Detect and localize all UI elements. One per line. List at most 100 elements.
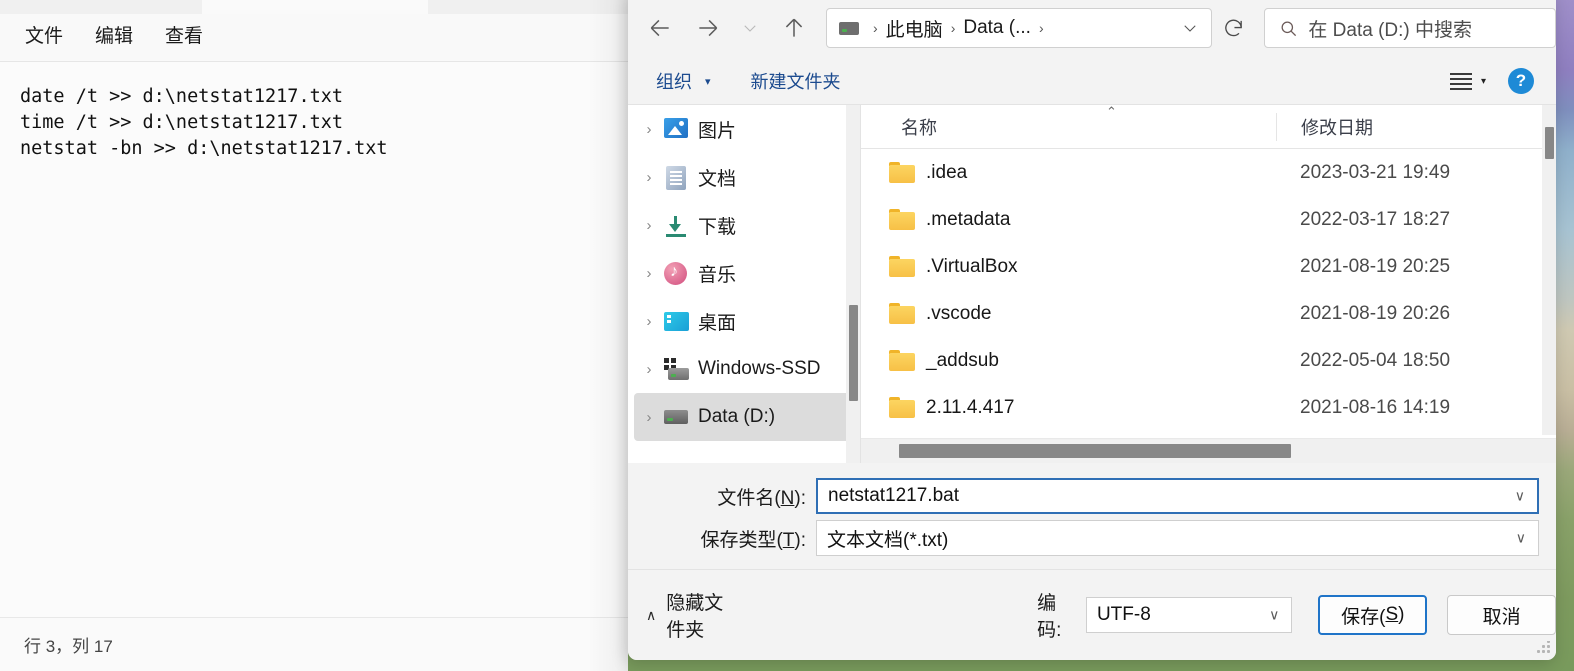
breadcrumb-segment-this-pc[interactable]: 此电脑 xyxy=(886,15,943,42)
table-row[interactable]: 2.11.4.417 2021-08-16 14:19 xyxy=(861,384,1556,431)
documents-icon xyxy=(664,166,690,190)
encoding-chevron-down-icon[interactable]: ∨ xyxy=(1269,607,1279,624)
search-input[interactable]: 在 Data (D:) 中搜索 xyxy=(1264,8,1556,48)
file-date-cell: 2022-03-17 18:27 xyxy=(1300,208,1451,230)
filename-label: 文件名(N): xyxy=(717,487,806,509)
breadcrumb[interactable]: › 此电脑 › Data (... › xyxy=(826,8,1212,48)
new-folder-button[interactable]: 新建文件夹 xyxy=(745,64,847,98)
dialog-form: 文件名(N): netstat1217.bat ∨ 保存类型(T): 文本文档(… xyxy=(628,463,1556,567)
tree-scrollbar-thumb[interactable] xyxy=(849,305,858,401)
encoding-select[interactable]: UTF-8 ∨ xyxy=(1085,597,1293,633)
sidebar-item-music[interactable]: › 音乐 xyxy=(634,249,854,297)
filetype-value: 文本文档(*.txt) xyxy=(827,529,949,551)
up-one-level-icon[interactable] xyxy=(776,10,812,46)
file-list-horizontal-scrollbar[interactable] xyxy=(861,438,1556,463)
menu-view[interactable]: 查看 xyxy=(154,21,214,54)
dialog-command-bar: 组织 ▾ 新建文件夹 ▾ ? xyxy=(628,58,1556,104)
notepad-tab-active[interactable] xyxy=(0,0,202,14)
save-as-dialog: › 此电脑 › Data (... › 在 Data (D:) 中搜索 组织 ▾… xyxy=(628,0,1556,660)
pictures-icon xyxy=(664,118,690,140)
sidebar-item-downloads[interactable]: › 下载 xyxy=(634,201,854,249)
table-row[interactable]: .idea 2023-03-21 19:49 xyxy=(861,149,1556,196)
sidebar-item-documents[interactable]: › 文档 xyxy=(634,153,854,201)
folder-icon xyxy=(889,350,915,371)
file-list-horizontal-scrollbar-thumb[interactable] xyxy=(899,444,1291,458)
file-date-cell: 2021-08-19 20:25 xyxy=(1300,255,1451,277)
breadcrumb-chevron-down-icon[interactable] xyxy=(1181,19,1199,37)
sidebar-item-pictures[interactable]: › 图片 xyxy=(634,105,854,153)
desktop-icon xyxy=(664,310,690,332)
cursor-position-label: 行 3，列 17 xyxy=(24,637,113,656)
table-row[interactable]: .metadata 2022-03-17 18:27 xyxy=(861,196,1556,243)
file-list-vertical-scrollbar[interactable] xyxy=(1542,105,1556,435)
menu-file[interactable]: 文件 xyxy=(14,21,74,54)
recent-locations-chevron-down-icon[interactable] xyxy=(736,10,764,46)
sidebar-item-desktop[interactable]: › 桌面 xyxy=(634,297,854,345)
menu-edit[interactable]: 编辑 xyxy=(84,21,144,54)
file-name-cell: .metadata xyxy=(926,208,1011,230)
file-list-rows: .idea 2023-03-21 19:49 .metadata 2022-03… xyxy=(861,149,1556,431)
organize-caret-down-icon[interactable]: ▾ xyxy=(705,75,711,88)
breadcrumb-separator-2[interactable]: › xyxy=(1039,20,1044,36)
sidebar-item-label: Windows-SSD xyxy=(698,358,821,379)
help-icon[interactable]: ? xyxy=(1508,68,1534,94)
column-header-name[interactable]: 名称 ⌃ xyxy=(861,105,1276,149)
save-button[interactable]: 保存(S) xyxy=(1318,595,1428,635)
screen: 文件 编辑 查看 date /t >> d:\netstat1217.txt t… xyxy=(0,0,1574,671)
notepad-text-area[interactable]: date /t >> d:\netstat1217.txt time /t >>… xyxy=(0,62,628,617)
chevron-right-icon[interactable]: › xyxy=(634,121,664,138)
notepad-status-bar: 行 3，列 17 xyxy=(0,618,628,671)
ssd-drive-icon xyxy=(664,358,690,380)
notepad-tab-strip xyxy=(0,0,628,14)
notepad-menubar: 文件 编辑 查看 xyxy=(0,14,628,61)
hide-folders-label: 隐藏文件夹 xyxy=(666,593,724,641)
file-name-cell: _addsub xyxy=(926,349,999,371)
cancel-button[interactable]: 取消 xyxy=(1447,595,1556,635)
encoding-group: 编码: UTF-8 ∨ xyxy=(1037,588,1293,642)
view-caret-down-icon[interactable]: ▾ xyxy=(1481,76,1486,87)
search-icon xyxy=(1279,19,1298,38)
refresh-icon[interactable] xyxy=(1216,9,1251,47)
file-name-cell: 2.11.4.417 xyxy=(926,396,1015,418)
file-list-header: 名称 ⌃ 修改日期 xyxy=(861,105,1556,149)
filetype-select[interactable]: 文本文档(*.txt) ∨ xyxy=(816,520,1539,556)
file-list-vertical-scrollbar-thumb[interactable] xyxy=(1545,127,1554,159)
encoding-value: UTF-8 xyxy=(1096,604,1151,625)
sidebar-item-label: 下载 xyxy=(698,216,737,238)
table-row[interactable]: _addsub 2022-05-04 18:50 xyxy=(861,337,1556,384)
back-icon[interactable] xyxy=(642,10,678,46)
chevron-right-icon[interactable]: › xyxy=(634,361,664,378)
sort-ascending-icon: ⌃ xyxy=(1106,105,1117,119)
chevron-right-icon[interactable]: › xyxy=(634,313,664,330)
sidebar-item-windows-ssd[interactable]: › Windows-SSD xyxy=(634,345,854,393)
chevron-right-icon[interactable]: › xyxy=(634,409,664,426)
sidebar-item-data-drive[interactable]: › Data (D:) xyxy=(634,393,854,441)
file-name-cell: .VirtualBox xyxy=(926,255,1018,277)
tree-scrollbar[interactable] xyxy=(846,105,860,463)
encoding-label: 编码: xyxy=(1037,593,1062,641)
folder-icon xyxy=(889,397,915,418)
breadcrumb-segment-data-drive[interactable]: Data (... xyxy=(963,17,1031,39)
notepad-tab-secondary[interactable] xyxy=(428,0,628,14)
navigation-tree[interactable]: › 图片 › 文档 › 下载 › 音乐 xyxy=(628,105,860,463)
organize-button[interactable]: 组织 xyxy=(650,64,698,98)
table-row[interactable]: .VirtualBox 2021-08-19 20:25 xyxy=(861,243,1556,290)
column-header-date-modified[interactable]: 修改日期 xyxy=(1276,112,1373,141)
file-name-cell: .idea xyxy=(926,161,968,183)
file-date-cell: 2021-08-16 14:19 xyxy=(1300,396,1451,418)
resize-grip[interactable] xyxy=(1536,641,1550,655)
file-list[interactable]: 名称 ⌃ 修改日期 .idea 2023-03-21 19:49 .metada… xyxy=(861,105,1556,463)
forward-icon[interactable] xyxy=(690,10,726,46)
chevron-right-icon[interactable]: › xyxy=(634,169,664,186)
hide-folders-toggle[interactable]: ∧ 隐藏文件夹 xyxy=(646,588,742,642)
table-row[interactable]: .vscode 2021-08-19 20:26 xyxy=(861,290,1556,337)
filetype-chevron-down-icon[interactable]: ∨ xyxy=(1516,530,1526,547)
chevron-right-icon[interactable]: › xyxy=(634,265,664,282)
filename-field[interactable]: netstat1217.bat ∨ xyxy=(816,478,1539,514)
filetype-row: 保存类型(T): 文本文档(*.txt) ∨ xyxy=(628,519,1556,557)
list-view-icon[interactable] xyxy=(1449,72,1472,90)
filename-chevron-down-icon[interactable]: ∨ xyxy=(1515,488,1525,505)
drive-icon xyxy=(839,21,859,35)
dialog-body: › 图片 › 文档 › 下载 › 音乐 xyxy=(628,104,1556,463)
chevron-right-icon[interactable]: › xyxy=(634,217,664,234)
